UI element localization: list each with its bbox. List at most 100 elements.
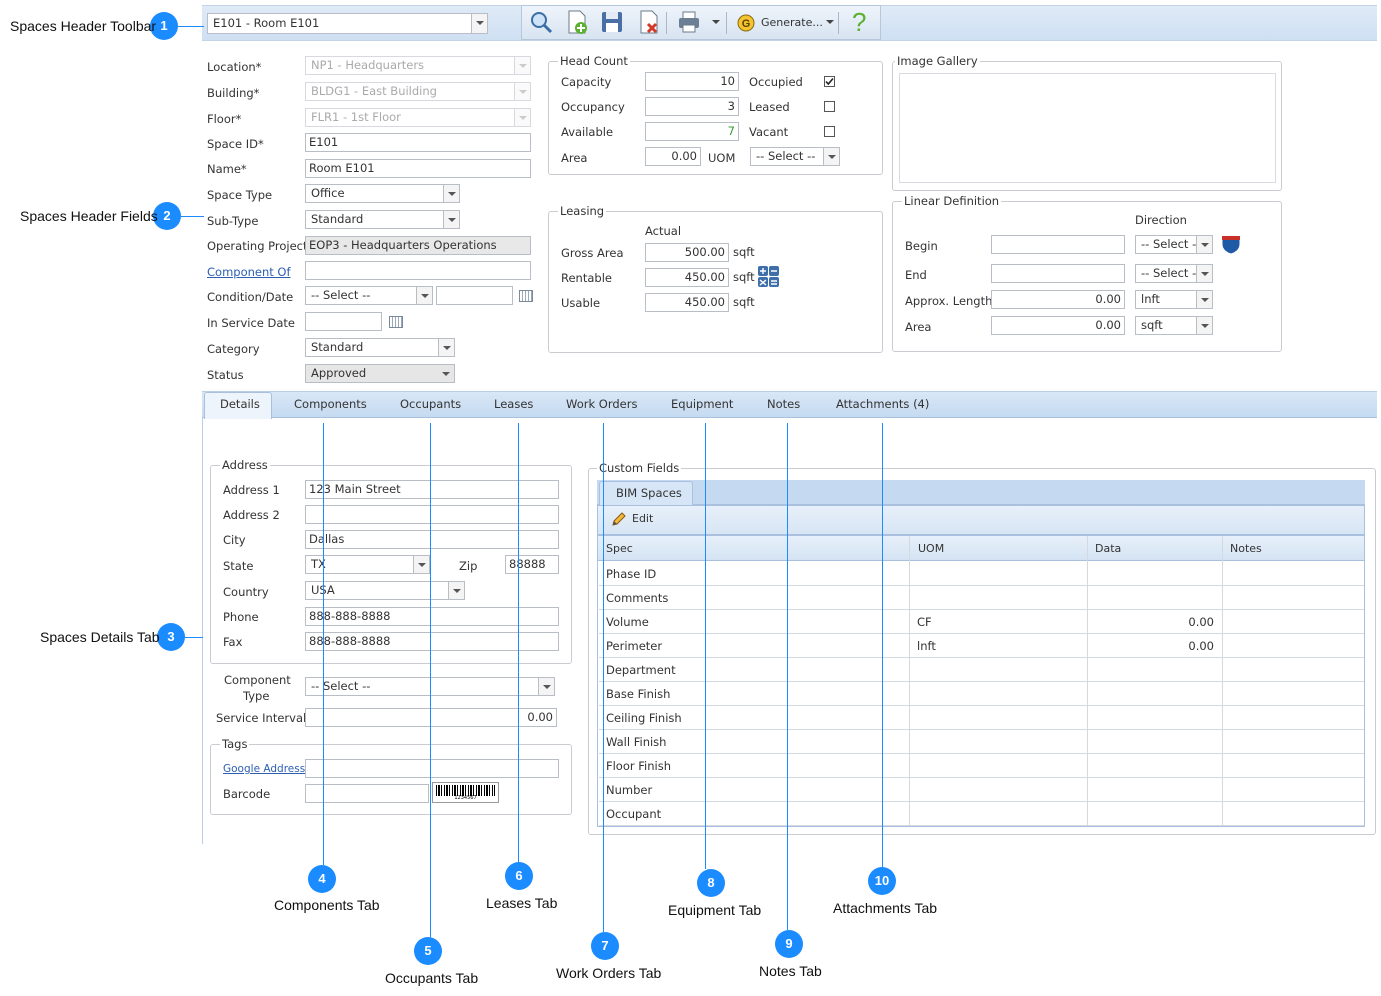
table-row[interactable]: Volume CF 0.00: [599, 610, 1364, 634]
highway-shield-icon[interactable]: [1220, 233, 1242, 255]
table-row[interactable]: Floor Finish: [599, 754, 1364, 778]
add-record-icon[interactable]: [563, 8, 591, 36]
end-direction-select[interactable]: -- Select --: [1135, 264, 1213, 283]
callout-6-connector: [518, 423, 519, 862]
calculator-icon[interactable]: [757, 265, 780, 288]
print-dropdown-arrow[interactable]: [712, 20, 720, 24]
zip-input[interactable]: 88888: [505, 555, 559, 574]
city-input[interactable]: Dallas: [305, 530, 559, 549]
length-unit-select[interactable]: lnft: [1135, 290, 1213, 309]
component-of-link[interactable]: Component Of: [207, 265, 291, 279]
condition-date-input[interactable]: [436, 286, 513, 305]
grid-col-notes[interactable]: Notes: [1230, 542, 1262, 556]
callout-8: 8: [697, 869, 725, 897]
table-cell: [910, 682, 1087, 706]
table-cell: [1223, 754, 1363, 778]
vacant-checkbox[interactable]: [824, 126, 835, 137]
approx-length-input[interactable]: 0.00: [991, 290, 1125, 309]
table-cell: [910, 706, 1087, 730]
delete-icon[interactable]: [635, 8, 663, 36]
end-input[interactable]: [991, 264, 1125, 283]
space-type-select[interactable]: Office: [305, 184, 460, 203]
category-select[interactable]: Standard: [305, 338, 455, 357]
help-icon[interactable]: ?: [852, 7, 866, 37]
fax-input[interactable]: 888-888-8888: [305, 632, 559, 651]
grid-col-uom[interactable]: UOM: [918, 542, 944, 556]
address-title: Address: [220, 458, 270, 472]
begin-direction-select[interactable]: -- Select --: [1135, 235, 1213, 254]
rentable-input[interactable]: 450.00: [645, 268, 729, 287]
sub-type-label: Sub-Type: [207, 214, 259, 228]
google-address-link[interactable]: Google Address: [223, 762, 305, 776]
area-unit-select[interactable]: sqft: [1135, 316, 1213, 335]
tab-work-orders[interactable]: Work Orders: [566, 392, 637, 417]
operating-project-input[interactable]: EOP3 - Headquarters Operations: [305, 236, 531, 255]
begin-input[interactable]: [991, 235, 1125, 254]
gross-area-input[interactable]: 500.00: [645, 243, 729, 262]
callout-5: 5: [414, 937, 442, 965]
generate-dropdown-arrow[interactable]: [826, 20, 834, 24]
table-row[interactable]: Number: [599, 778, 1364, 802]
table-row[interactable]: Occupant: [599, 802, 1364, 826]
edit-button[interactable]: Edit: [632, 512, 653, 526]
status-select[interactable]: Approved: [305, 364, 455, 383]
tab-leases[interactable]: Leases: [494, 392, 533, 417]
in-service-date-input[interactable]: [305, 312, 382, 331]
floor-select[interactable]: FLR1 - 1st Floor: [305, 108, 531, 127]
callout-9: 9: [775, 930, 803, 958]
grid-col-data[interactable]: Data: [1095, 542, 1121, 556]
address1-input[interactable]: 123 Main Street: [305, 480, 559, 499]
calendar-icon[interactable]: [519, 290, 533, 302]
tab-equipment[interactable]: Equipment: [671, 392, 733, 417]
capacity-input[interactable]: 10: [645, 72, 739, 91]
calendar-icon[interactable]: [389, 316, 403, 328]
service-interval-input[interactable]: 0.00: [305, 708, 557, 727]
table-row[interactable]: Wall Finish: [599, 730, 1364, 754]
grid-col-spec[interactable]: Spec: [606, 542, 633, 556]
table-row[interactable]: Comments: [599, 586, 1364, 610]
print-icon[interactable]: [675, 8, 703, 36]
tab-notes[interactable]: Notes: [767, 392, 800, 417]
table-row[interactable]: Department: [599, 658, 1364, 682]
area-input[interactable]: 0.00: [645, 147, 701, 166]
uom-select[interactable]: -- Select --: [750, 147, 840, 166]
building-select[interactable]: BLDG1 - East Building: [305, 82, 531, 101]
occupied-checkbox[interactable]: [824, 76, 835, 87]
address2-input[interactable]: [305, 505, 559, 524]
condition-select[interactable]: -- Select --: [305, 286, 433, 305]
generate-icon[interactable]: G: [736, 13, 756, 33]
record-select[interactable]: E101 - Room E101: [207, 13, 488, 34]
pencil-icon[interactable]: [611, 511, 627, 527]
search-icon[interactable]: [527, 8, 555, 36]
location-select[interactable]: NP1 - Headquarters: [305, 56, 531, 75]
callout-8-label: Equipment Tab: [668, 902, 762, 918]
callout-3-connector: [185, 637, 203, 638]
generate-button[interactable]: Generate...: [761, 16, 823, 30]
table-cell: 0.00: [1188, 615, 1214, 629]
callout-7-label: Work Orders Tab: [556, 965, 662, 981]
phone-label: Phone: [223, 610, 259, 624]
tab-components[interactable]: Components: [294, 392, 367, 417]
tab-occupants[interactable]: Occupants: [400, 392, 461, 417]
callout-6: 6: [505, 862, 533, 890]
space-id-input[interactable]: E101: [305, 133, 531, 152]
table-row[interactable]: Ceiling Finish: [599, 706, 1364, 730]
name-input[interactable]: Room E101: [305, 159, 531, 178]
table-row[interactable]: Base Finish: [599, 682, 1364, 706]
tab-attachments[interactable]: Attachments (4): [836, 392, 929, 417]
google-address-input[interactable]: [305, 759, 559, 778]
available-input[interactable]: 7: [645, 122, 739, 141]
country-select[interactable]: USA: [305, 581, 465, 600]
occupancy-input[interactable]: 3: [645, 97, 739, 116]
leased-checkbox[interactable]: [824, 101, 835, 112]
tab-details[interactable]: Details: [220, 392, 260, 417]
phone-input[interactable]: 888-888-8888: [305, 607, 559, 626]
area-label: Area: [561, 151, 588, 165]
sub-type-select[interactable]: Standard: [305, 210, 460, 229]
component-of-input[interactable]: [305, 261, 531, 280]
table-row[interactable]: Phase ID: [599, 562, 1364, 586]
linear-area-input[interactable]: 0.00: [991, 316, 1125, 335]
save-icon[interactable]: [598, 8, 626, 36]
table-row[interactable]: Perimeter lnft 0.00: [599, 634, 1364, 658]
usable-input[interactable]: 450.00: [645, 293, 729, 312]
